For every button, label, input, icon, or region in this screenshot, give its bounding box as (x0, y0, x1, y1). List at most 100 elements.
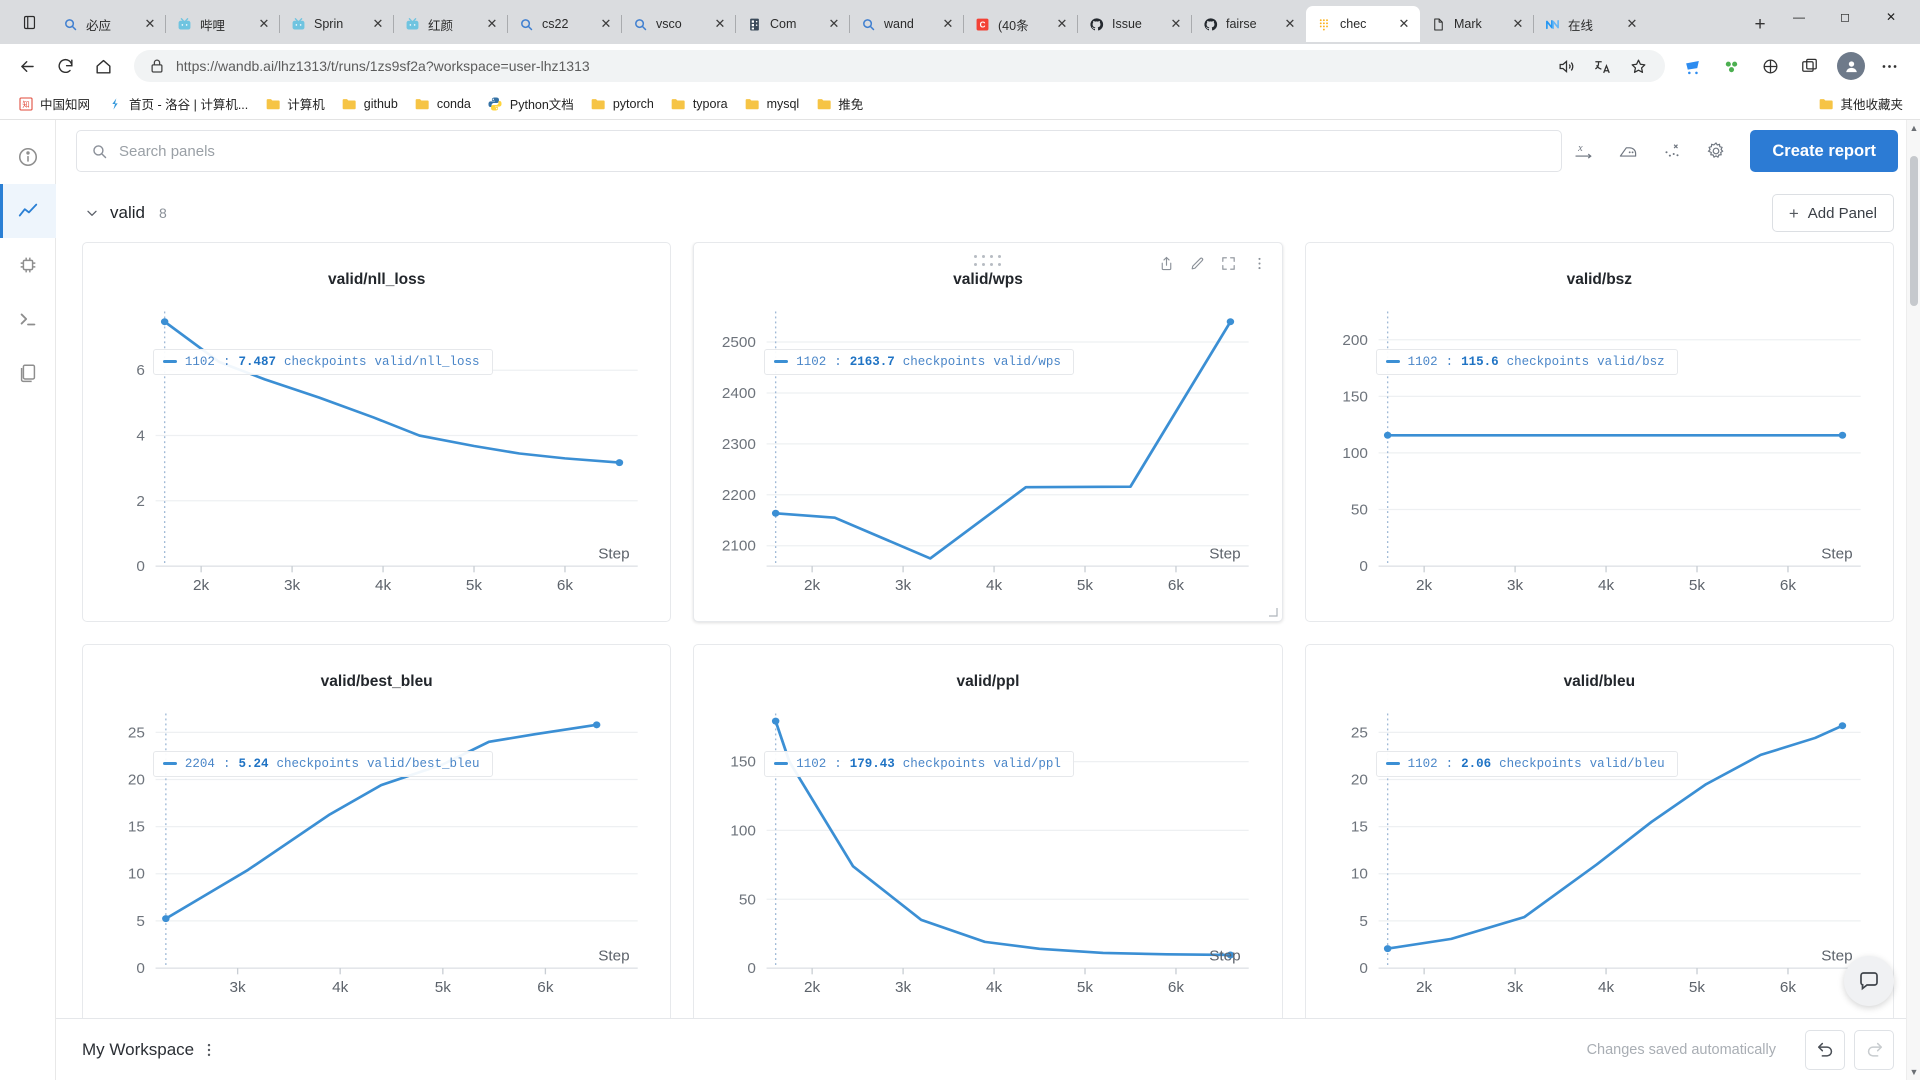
favorite-star-icon[interactable] (1621, 49, 1655, 83)
scrollbar-thumb[interactable] (1910, 156, 1918, 306)
tab-close-button[interactable]: ✕ (824, 14, 844, 34)
close-window-button[interactable]: ✕ (1868, 0, 1914, 33)
create-report-button[interactable]: Create report (1750, 130, 1898, 172)
edit-icon[interactable] (1188, 253, 1208, 273)
bookmark-item[interactable]: 推免 (808, 91, 870, 116)
tab-close-button[interactable]: ✕ (368, 14, 388, 34)
chart-panel[interactable]: valid/nll_loss 0 2 4 6 2k 3k 4k 5k 6k Step 1102:7.4… (82, 242, 672, 622)
chart-plot[interactable]: 0 50 100 150 200 2k 3k 4k 5k 6k Step 1102:115.6 chec… (1320, 299, 1879, 611)
chart-legend[interactable]: 2204:5.24 checkpoints valid/best_bleu (152, 750, 493, 777)
tab-close-button[interactable]: ✕ (482, 14, 502, 34)
chart-plot[interactable]: 2100 2200 2300 2400 2500 2k 3k 4k 5k 6k Step 1102:2… (708, 299, 1267, 611)
bookmark-item[interactable]: github (334, 92, 405, 115)
bookmark-item[interactable]: pytorch (583, 92, 661, 115)
undo-button[interactable] (1805, 1029, 1845, 1070)
chevron-down-icon[interactable] (82, 203, 102, 223)
x-axis-icon[interactable]: x (1562, 130, 1606, 172)
back-button[interactable] (10, 49, 44, 83)
address-bar[interactable]: https://wandb.ai/lhz1313/t/runs/1zs9sf2a… (134, 50, 1665, 82)
browser-tab[interactable]: wand ✕ (849, 6, 964, 42)
workspace-name[interactable]: My Workspace (82, 1040, 194, 1060)
sidebar-item-files[interactable] (0, 346, 56, 400)
tab-actions-button[interactable] (6, 0, 52, 44)
bookmark-item[interactable]: mysql (737, 92, 807, 115)
collections-icon[interactable] (1753, 49, 1787, 83)
chart-panel[interactable]: valid/best_bleu 0 5 10 15 20 25 3k 4k 5k 6k Step 220… (82, 644, 672, 1018)
read-aloud-icon[interactable] (1549, 49, 1583, 83)
browser-tab[interactable]: vsco ✕ (621, 6, 736, 42)
browser-tab[interactable]: Sprin ✕ (279, 6, 394, 42)
browser-tab[interactable]: 在线 ✕ (1533, 6, 1648, 42)
settings-more-icon[interactable] (1872, 49, 1906, 83)
bookmark-item[interactable]: conda (407, 92, 478, 115)
tab-close-button[interactable]: ✕ (1508, 14, 1528, 34)
panel-resize-grip[interactable] (1268, 607, 1278, 617)
browser-tab[interactable]: Com ✕ (735, 6, 850, 42)
tab-close-button[interactable]: ✕ (254, 14, 274, 34)
fullscreen-icon[interactable] (1219, 253, 1239, 273)
panel-drag-handle[interactable] (973, 255, 1002, 267)
tab-close-button[interactable]: ✕ (1052, 14, 1072, 34)
sidebar-item-charts[interactable] (0, 184, 56, 238)
tab-close-button[interactable]: ✕ (710, 14, 730, 34)
bookmark-item[interactable]: typora (663, 92, 735, 115)
sidebar-item-overview[interactable] (0, 130, 56, 184)
browser-tab[interactable]: 哔哩 ✕ (165, 6, 280, 42)
chart-legend[interactable]: 1102:7.487 checkpoints valid/nll_loss (152, 348, 493, 375)
browser-essentials-icon[interactable] (1792, 49, 1826, 83)
sidebar-item-logs[interactable] (0, 292, 56, 346)
tab-close-button[interactable]: ✕ (1280, 14, 1300, 34)
scatter-icon[interactable] (1650, 130, 1694, 172)
redo-button[interactable] (1854, 1029, 1894, 1070)
chart-legend[interactable]: 1102:2163.7 checkpoints valid/wps (764, 348, 1074, 375)
browser-tab[interactable]: 必应 ✕ (52, 6, 166, 42)
panel-scroll-area[interactable]: valid/nll_loss 0 2 4 6 2k 3k 4k 5k 6k Step 1102:7.4… (56, 242, 1920, 1018)
browser-tab[interactable]: Issue ✕ (1077, 6, 1192, 42)
new-tab-button[interactable]: + (1744, 9, 1776, 41)
help-chat-button[interactable] (1844, 956, 1894, 1006)
browser-tab[interactable]: chec ✕ (1306, 6, 1420, 42)
minimize-button[interactable]: — (1776, 0, 1822, 33)
browser-tab[interactable]: Mark ✕ (1420, 6, 1534, 42)
browser-tab[interactable]: fairse ✕ (1191, 6, 1306, 42)
page-scrollbar[interactable]: ▲ ▼ (1906, 120, 1920, 1080)
chart-legend[interactable]: 1102:115.6 checkpoints valid/bsz (1375, 348, 1678, 375)
extensions-icon[interactable] (1714, 49, 1748, 83)
bookmarks-overflow-folder[interactable]: 其他收藏夹 (1810, 91, 1910, 116)
chart-plot[interactable]: 0 2 4 6 2k 3k 4k 5k 6k Step 1102:7.487 checkpoints v… (97, 299, 656, 611)
profile-avatar[interactable] (1837, 52, 1865, 80)
tab-close-button[interactable]: ✕ (1394, 14, 1414, 34)
browser-tab[interactable]: 红颜 ✕ (393, 6, 508, 42)
chart-legend[interactable]: 1102:2.06 checkpoints valid/bleu (1375, 750, 1678, 777)
tab-close-button[interactable]: ✕ (1622, 14, 1642, 34)
settings-icon[interactable] (1694, 130, 1738, 172)
panel-more-icon[interactable] (1250, 253, 1270, 273)
scroll-down-arrow[interactable]: ▼ (1907, 1064, 1920, 1080)
chart-panel[interactable]: valid/bleu 0 5 10 15 20 25 2k 3k 4k 5k 6k Step 1102:2… (1304, 644, 1894, 1018)
chart-panel[interactable]: valid/wps 2100 2200 2300 2400 2500 2k 3k 4k 5k 6k S… (693, 242, 1283, 622)
scroll-up-arrow[interactable]: ▲ (1907, 120, 1920, 136)
share-icon[interactable] (1157, 253, 1177, 273)
browser-tab[interactable]: C (40条 ✕ (963, 6, 1078, 42)
reload-button[interactable] (48, 49, 82, 83)
bookmark-item[interactable]: Python文档 (480, 91, 581, 116)
chart-plot[interactable]: 0 5 10 15 20 25 2k 3k 4k 5k 6k Step 1102:2.06 checkpo… (1320, 701, 1879, 1013)
workspace-menu-icon[interactable] (198, 1039, 220, 1061)
chart-plot[interactable]: 0 5 10 15 20 25 3k 4k 5k 6k Step 2204:5.24 checkpoin… (97, 701, 656, 1013)
chart-legend[interactable]: 1102:179.43 checkpoints valid/ppl (764, 750, 1074, 777)
add-panel-button[interactable]: + Add Panel (1771, 194, 1894, 232)
search-panels-box[interactable] (76, 130, 1563, 172)
shopping-icon[interactable] (1675, 49, 1709, 83)
search-input[interactable] (119, 142, 1548, 160)
browser-tab[interactable]: cs22 ✕ (507, 6, 622, 42)
chart-plot[interactable]: 0 50 100 150 2k 3k 4k 5k 6k Step 1102:179.43 checkp… (708, 701, 1267, 1013)
sidebar-item-system[interactable] (0, 238, 56, 292)
home-button[interactable] (86, 49, 120, 83)
bookmark-item[interactable]: 知 中国知网 (10, 91, 97, 116)
bookmark-item[interactable]: 计算机 (257, 91, 332, 116)
maximize-button[interactable]: ◻ (1822, 0, 1868, 33)
tab-close-button[interactable]: ✕ (1166, 14, 1186, 34)
translate-icon[interactable] (1585, 49, 1619, 83)
bookmark-item[interactable]: 首页 - 洛谷 | 计算机... (99, 91, 255, 116)
tab-close-button[interactable]: ✕ (596, 14, 616, 34)
